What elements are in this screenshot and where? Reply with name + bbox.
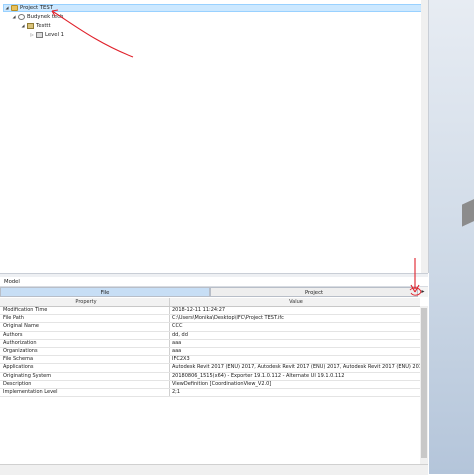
tree-item-building[interactable]: ◢ Budynek tech [11,13,63,21]
property-value: IFC2X3 [172,356,190,363]
expand-toggle-icon[interactable]: ◢ [4,4,10,12]
property-name: Original Name [0,323,170,331]
grid-scrollbar[interactable] [420,306,428,464]
grid-header: Property Value [0,298,420,307]
table-row[interactable]: Authorization aaa [0,339,420,348]
table-row[interactable]: File Schema IFC2X3 [0,356,420,365]
column-header-property[interactable]: Property [0,298,170,306]
property-name: Originating System [0,372,170,380]
property-value: CCC [172,323,183,330]
expand-toggle-icon[interactable]: ◢ [11,13,17,21]
table-row[interactable]: Organizations aaa [0,347,420,357]
table-row[interactable]: Original Name CCC [0,323,420,332]
property-name: Applications [0,364,170,372]
scrollbar-thumb[interactable] [421,308,427,458]
tree-item-label: Testtt [36,23,51,29]
property-name: Organizations [0,347,170,356]
property-value: Autodesk Revit 2017 (ENU) 2017, Autodesk… [172,364,420,371]
property-value: 2018-12-11 11:24:27 [172,307,226,313]
property-name: Description [0,380,170,388]
grid-body: Modification Time 2018-12-11 11:24:27 File… [0,307,420,398]
tree-item-level[interactable]: ▷ Level 1 [29,31,64,39]
table-row[interactable]: Originating System 20180806_1515(x64) - E… [0,372,420,381]
properties-grid: Property Value Modification Time 2018-12-… [0,298,420,398]
folder-icon [11,5,18,11]
storey-icon [36,32,43,38]
tree-item-site[interactable]: ◢ Testtt [20,22,51,30]
tab-scroll-arrow-icon[interactable]: ▸ [418,287,428,297]
status-bar [0,464,428,475]
column-header-value[interactable]: Value [170,298,420,306]
tree-scrollbar[interactable] [421,0,428,273]
tree-item-project[interactable]: ◢ Project TEST [3,4,426,12]
tab-file[interactable]: File [0,287,210,297]
property-value: aaa [172,347,182,354]
property-value: C:\Users\Monika\Desktop\IFC\Project TEST… [172,315,284,322]
table-row[interactable]: Description ViewDefinition [CoordinationV… [0,380,420,389]
model-tree-panel: ◢ Project TEST ◢ Budynek tech ◢ Testtt ▷… [0,0,429,273]
building-icon [18,14,25,20]
property-name: Authors [0,331,170,339]
property-value: ViewDefinition [CoordinationView_V2.0] [172,380,272,387]
level-icon [27,23,34,29]
property-name: Implementation Level [0,388,170,397]
table-row[interactable]: Modification Time 2018-12-11 11:24:27 [0,307,420,316]
collapsed-toggle-icon[interactable]: ▷ [29,31,35,39]
3d-viewport[interactable] [429,0,474,474]
property-value: dd, dd [172,331,188,338]
tree-item-label: Level 1 [45,32,65,38]
property-value: 2;1 [172,388,181,395]
property-name: Modification Time [0,307,170,315]
table-row[interactable]: Implementation Level 2;1 [0,388,420,398]
property-value: aaa [172,339,182,346]
property-name: File Path [0,315,170,323]
property-name: Authorization [0,339,170,347]
table-row[interactable]: Applications Autodesk Revit 2017 (ENU) 20… [0,364,420,373]
property-name: File Schema [0,356,170,364]
tab-project[interactable]: Project [210,287,418,297]
model-tabs: File Project ▸ [0,287,428,298]
table-row[interactable]: File Path C:\Users\Monika\Desktop\IFC\Pro… [0,315,420,324]
tree-item-label: Project TEST [20,5,53,11]
tree-item-label: Budynek tech [27,14,64,20]
expand-toggle-icon[interactable]: ◢ [20,22,26,30]
property-value: 20180806_1515(x64) - Exporter 19.1.0.112… [172,372,345,379]
table-row[interactable]: Authors dd, dd [0,331,420,340]
model-panel-title: Model [0,277,428,287]
